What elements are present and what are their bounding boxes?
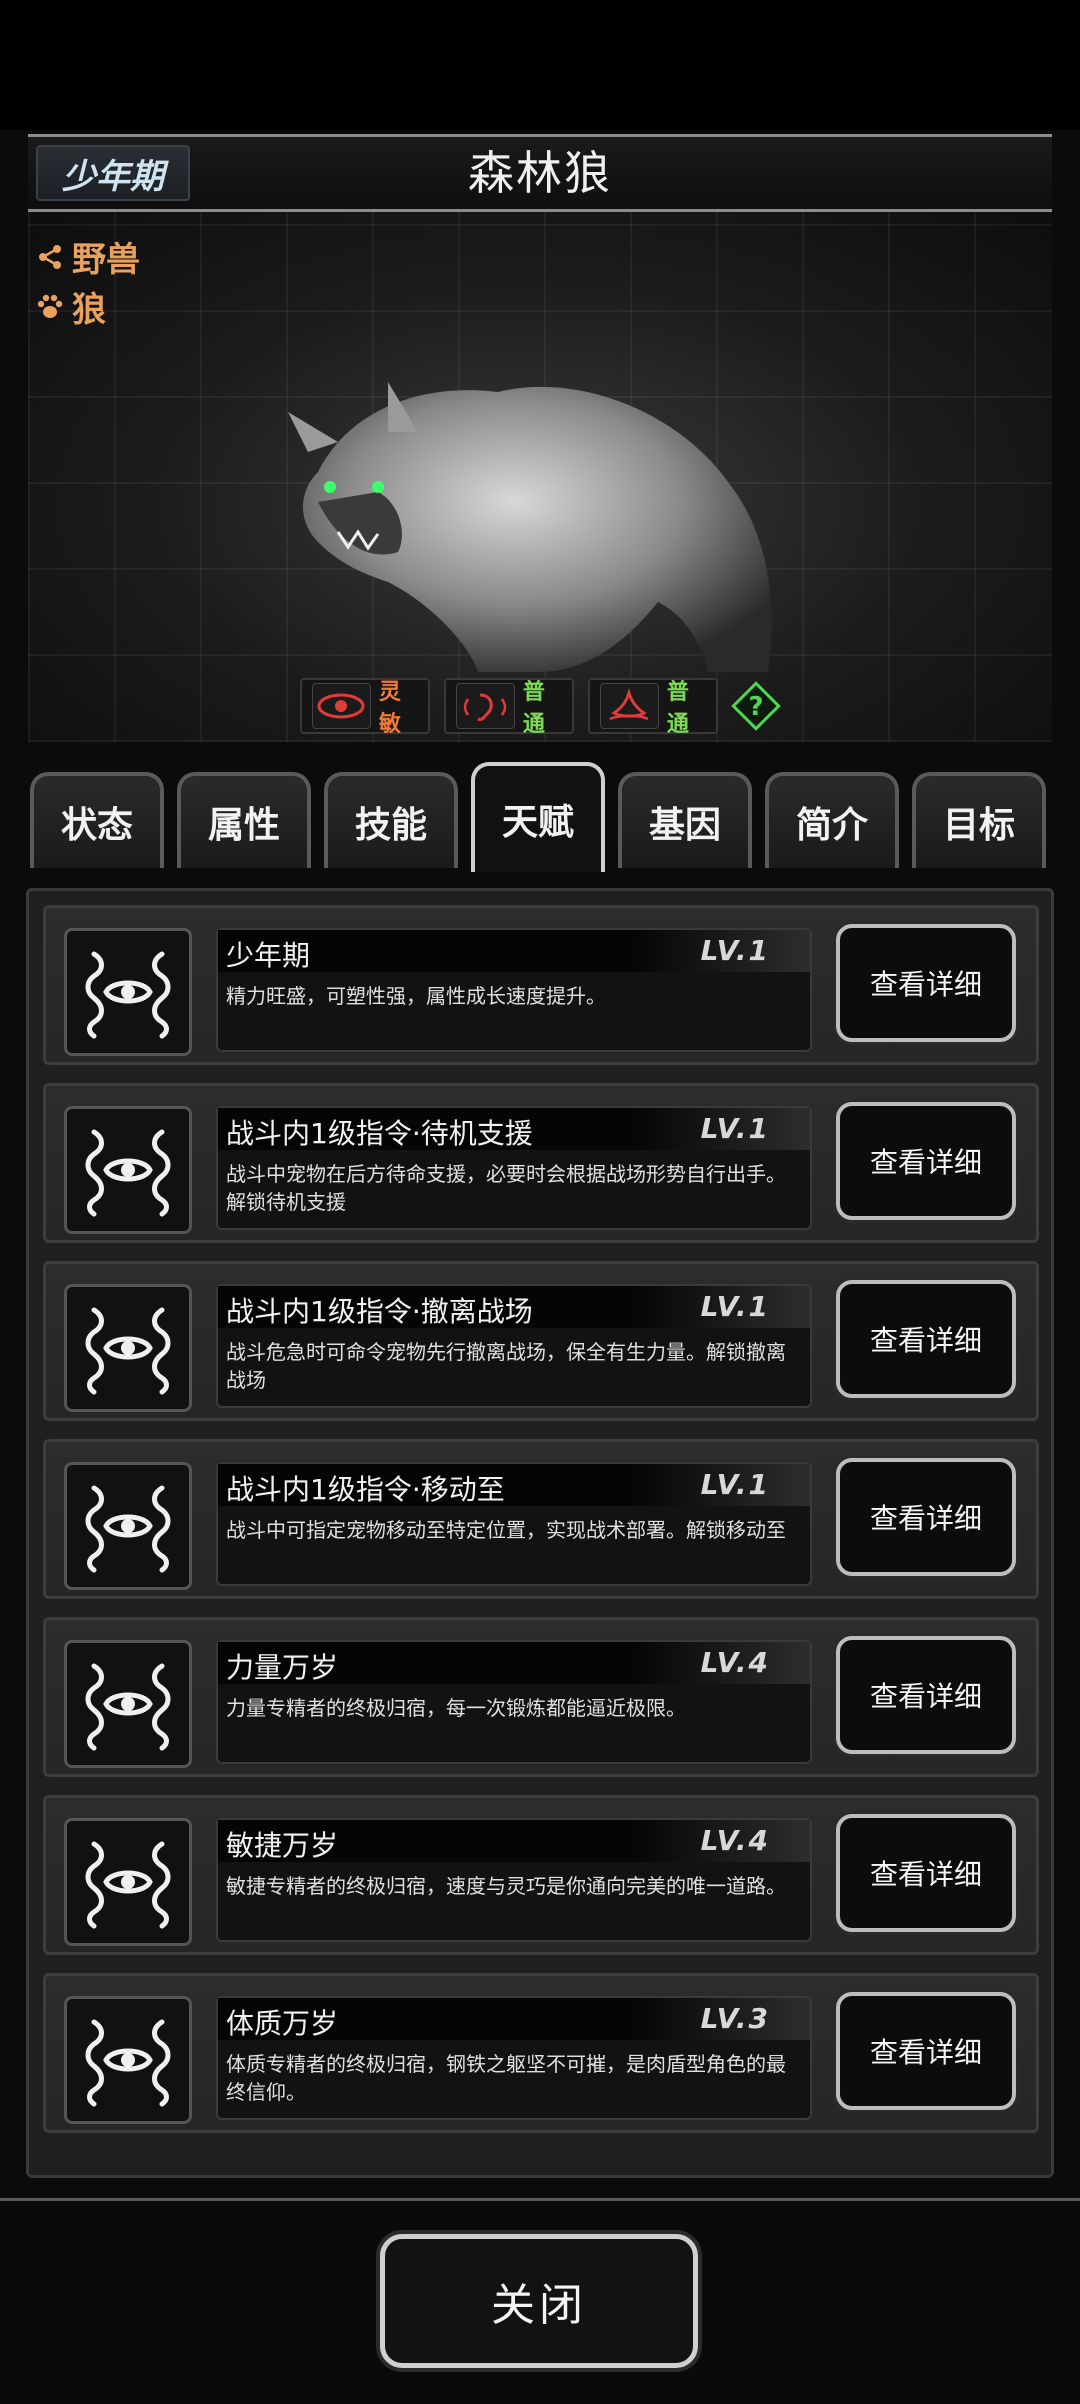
talent-description: 精力旺盛，可塑性强，属性成长速度提升。: [226, 984, 606, 1008]
talent-card: 战斗内1级指令·待机支援 LV.1 战斗中宠物在后方待命支援，必要时会根据战场形势自…: [43, 1083, 1039, 1243]
view-details-button[interactable]: 查看详细: [836, 1280, 1016, 1398]
talent-level: LV.1: [700, 934, 770, 967]
talent-icon: [64, 1996, 192, 2124]
talent-info: 战斗内1级指令·移动至 LV.1 战斗中可指定宠物移动至特定位置，实现战术部署。解锁…: [216, 1462, 812, 1586]
close-button[interactable]: 关闭: [380, 2234, 698, 2368]
nose-icon: [600, 683, 659, 729]
talent-info: 战斗内1级指令·撤离战场 LV.1 战斗危急时可命令宠物先行撤离战场，保全有生力量。…: [216, 1284, 812, 1408]
view-details-button[interactable]: 查看详细: [836, 924, 1016, 1042]
trait-hearing[interactable]: 普通: [444, 678, 574, 737]
tab-intro[interactable]: 简介: [765, 772, 899, 868]
talent-title: 少年期: [226, 939, 311, 972]
talent-info: 敏捷万岁 LV.4 敏捷专精者的终极归宿，速度与灵巧是你通向完美的唯一道路。: [216, 1818, 812, 1942]
talent-card: 战斗内1级指令·撤离战场 LV.1 战斗危急时可命令宠物先行撤离战场，保全有生力量。…: [43, 1261, 1039, 1421]
tab-bar: 状态 属性 技能 天赋 基因 简介 目标: [28, 762, 1052, 872]
tab-attributes[interactable]: 属性: [177, 772, 311, 868]
tab-genes[interactable]: 基因: [618, 772, 752, 868]
talent-description: 战斗中可指定宠物移动至特定位置，实现战术部署。解锁移动至: [226, 1518, 786, 1542]
category-tag: 野兽: [34, 232, 140, 281]
talent-level: LV.4: [700, 1646, 770, 1679]
talent-icon: [64, 1284, 192, 1412]
talent-title: 体质万岁: [226, 2007, 339, 2040]
talent-icon: [64, 1818, 192, 1946]
talent-title-bar: 战斗内1级指令·撤离战场 LV.1: [218, 1286, 810, 1328]
pet-header: 森林狼 少年期: [28, 134, 1052, 212]
species-label: 狼: [72, 290, 106, 330]
talent-card: 敏捷万岁 LV.4 敏捷专精者的终极归宿，速度与灵巧是你通向完美的唯一道路。 查看详细: [43, 1795, 1039, 1955]
species-tag: 狼: [34, 282, 106, 331]
talent-list[interactable]: 少年期 LV.1 精力旺盛，可塑性强，属性成长速度提升。 查看详细 战斗内1级指令·待机…: [26, 888, 1054, 2178]
trait-smell-value: 普通: [666, 680, 689, 737]
tab-status[interactable]: 状态: [30, 772, 164, 868]
pet-portrait: 野兽 狼: [28, 212, 1052, 742]
talent-title-bar: 力量万岁 LV.4: [218, 1642, 810, 1684]
talent-description: 敏捷专精者的终极归宿，速度与灵巧是你通向完美的唯一道路。: [226, 1874, 786, 1898]
talent-level: LV.1: [700, 1468, 770, 1501]
talent-info: 少年期 LV.1 精力旺盛，可塑性强，属性成长速度提升。: [216, 928, 812, 1052]
talent-description: 战斗中宠物在后方待命支援，必要时会根据战场形势自行出手。解锁待机支援: [226, 1162, 786, 1214]
talent-title-bar: 体质万岁 LV.3: [218, 1998, 810, 2040]
talent-level: LV.1: [700, 1290, 770, 1323]
status-area: [0, 0, 1080, 130]
talent-title: 力量万岁: [226, 1651, 339, 1684]
tab-goals[interactable]: 目标: [912, 772, 1046, 868]
talent-icon: [64, 928, 192, 1056]
talent-title-bar: 少年期 LV.1: [218, 930, 810, 972]
talent-card: 战斗内1级指令·移动至 LV.1 战斗中可指定宠物移动至特定位置，实现战术部署。解锁…: [43, 1439, 1039, 1599]
talent-card: 体质万岁 LV.3 体质专精者的终极归宿，钢铁之躯坚不可摧，是肉盾型角色的最终信仰。…: [43, 1973, 1039, 2133]
talent-level: LV.1: [700, 1112, 770, 1145]
view-details-button[interactable]: 查看详细: [836, 1102, 1016, 1220]
talent-title: 战斗内1级指令·待机支援: [226, 1117, 533, 1150]
view-details-button[interactable]: 查看详细: [836, 1458, 1016, 1576]
paw-icon: [34, 291, 66, 323]
trait-sight[interactable]: 灵敏: [300, 678, 430, 737]
talent-title: 敏捷万岁: [226, 1829, 339, 1862]
talent-description: 力量专精者的终极归宿，每一次锻炼都能逼近极限。: [226, 1696, 686, 1720]
talent-icon: [64, 1640, 192, 1768]
talent-info: 战斗内1级指令·待机支援 LV.1 战斗中宠物在后方待命支援，必要时会根据战场形势自…: [216, 1106, 812, 1230]
trait-smell[interactable]: 普通: [588, 678, 718, 737]
share-icon: [34, 241, 66, 273]
view-details-button[interactable]: 查看详细: [836, 1636, 1016, 1754]
talent-title-bar: 战斗内1级指令·移动至 LV.1: [218, 1464, 810, 1506]
talent-level: LV.4: [700, 1824, 770, 1857]
talent-title: 战斗内1级指令·移动至: [226, 1473, 505, 1506]
growth-stage-badge: 少年期: [36, 145, 190, 201]
tab-talents[interactable]: 天赋: [471, 762, 605, 872]
talent-icon: [64, 1106, 192, 1234]
talent-description: 战斗危急时可命令宠物先行撤离战场，保全有生力量。解锁撤离战场: [226, 1340, 786, 1392]
help-icon[interactable]: ?: [730, 680, 782, 732]
talent-icon: [64, 1462, 192, 1590]
eye-icon: [312, 683, 371, 729]
talent-title: 战斗内1级指令·撤离战场: [226, 1295, 533, 1328]
trait-sight-value: 灵敏: [378, 680, 401, 737]
talent-info: 体质万岁 LV.3 体质专精者的终极归宿，钢铁之躯坚不可摧，是肉盾型角色的最终信仰。: [216, 1996, 812, 2120]
category-label: 野兽: [72, 240, 140, 280]
ear-icon: [456, 683, 515, 729]
talent-title-bar: 敏捷万岁 LV.4: [218, 1820, 810, 1862]
talent-level: LV.3: [700, 2002, 770, 2035]
talent-card: 少年期 LV.1 精力旺盛，可塑性强，属性成长速度提升。 查看详细: [43, 905, 1039, 1065]
svg-text:?: ?: [748, 692, 763, 722]
talent-title-bar: 战斗内1级指令·待机支援 LV.1: [218, 1108, 810, 1150]
tab-skills[interactable]: 技能: [324, 772, 458, 868]
talent-description: 体质专精者的终极归宿，钢铁之躯坚不可摧，是肉盾型角色的最终信仰。: [226, 2052, 786, 2104]
wolf-illustration: [288, 382, 772, 672]
trait-hearing-value: 普通: [522, 680, 545, 737]
talent-card: 力量万岁 LV.4 力量专精者的终极归宿，每一次锻炼都能逼近极限。 查看详细: [43, 1617, 1039, 1777]
talent-info: 力量万岁 LV.4 力量专精者的终极归宿，每一次锻炼都能逼近极限。: [216, 1640, 812, 1764]
view-details-button[interactable]: 查看详细: [836, 1992, 1016, 2110]
view-details-button[interactable]: 查看详细: [836, 1814, 1016, 1932]
